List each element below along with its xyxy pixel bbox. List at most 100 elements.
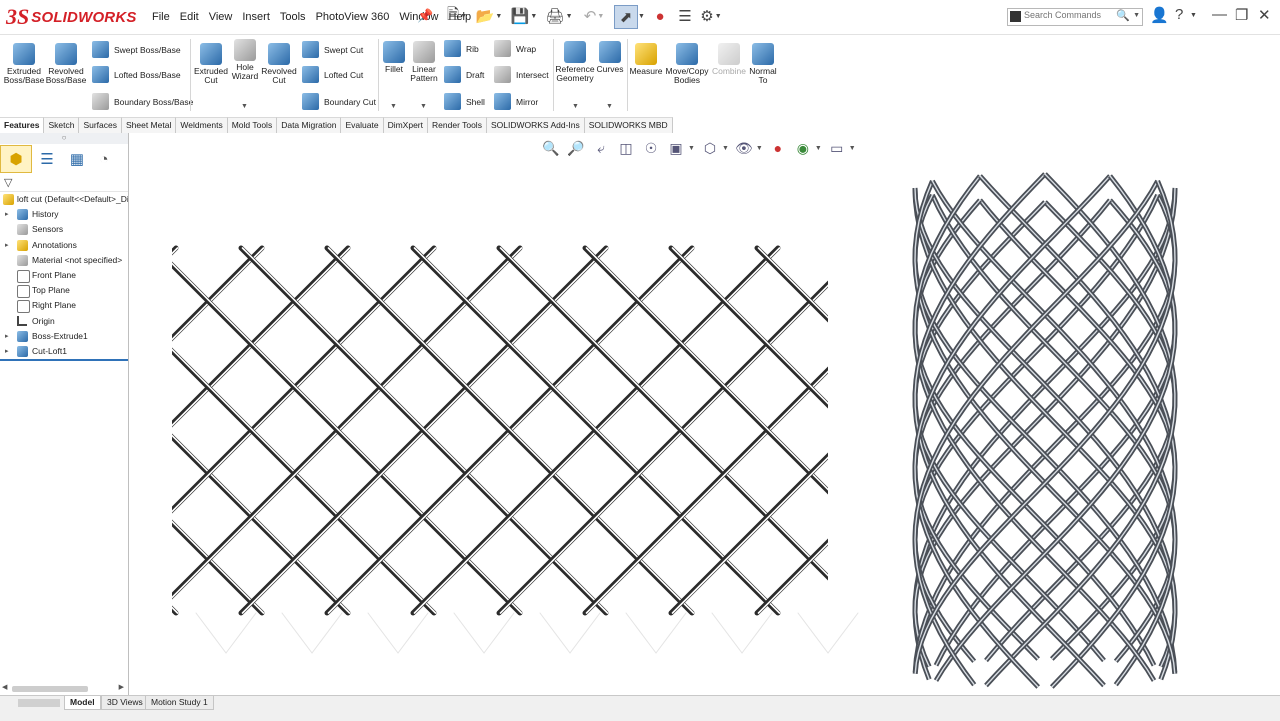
mirror-button[interactable]: Mirror bbox=[494, 93, 538, 110]
new-document-button[interactable]: 🗎▼ bbox=[446, 5, 468, 27]
search-icon[interactable]: 🔍 bbox=[1116, 9, 1130, 22]
chevron-down-icon[interactable]: ▼ bbox=[688, 145, 695, 152]
apply-scene-button[interactable]: ◉ bbox=[792, 138, 814, 158]
tab-weldments[interactable]: Weldments bbox=[176, 117, 227, 133]
shell-button[interactable]: Shell bbox=[444, 93, 485, 110]
dimxpert-manager-tab[interactable]: ◔ bbox=[92, 146, 116, 172]
move-copy-bodies-button[interactable]: Move/Copy Bodies bbox=[665, 43, 709, 85]
pattern-dropdown-icon[interactable]: ▼ bbox=[420, 103, 427, 110]
tree-item-boss-extrude1[interactable]: ▸ Boss-Extrude1 bbox=[0, 329, 128, 344]
file-properties-button[interactable]: ☰ bbox=[674, 5, 696, 27]
draft-button[interactable]: Draft bbox=[444, 66, 484, 83]
tree-item-cut-loft1[interactable]: ▸ Cut-Loft1 bbox=[0, 344, 128, 361]
chevron-down-icon[interactable]: ▼ bbox=[722, 145, 729, 152]
lofted-cut-button[interactable]: Lofted Cut bbox=[302, 66, 363, 83]
combine-button[interactable]: Combine bbox=[711, 43, 747, 76]
minimize-icon[interactable]: — bbox=[1212, 6, 1227, 23]
close-icon[interactable]: ✕ bbox=[1258, 6, 1271, 24]
scrollbar-thumb[interactable] bbox=[12, 686, 88, 692]
tab-sketch[interactable]: Sketch bbox=[44, 117, 79, 133]
expand-icon[interactable]: ▸ bbox=[5, 238, 9, 253]
menu-view[interactable]: View bbox=[204, 9, 238, 25]
chevron-down-icon[interactable]: ▼ bbox=[1133, 12, 1140, 19]
save-button[interactable]: 💾▼ bbox=[513, 5, 535, 27]
tab-3d-views[interactable]: 3D Views bbox=[101, 696, 149, 710]
tab-features[interactable]: Features bbox=[0, 117, 44, 134]
tree-item-origin[interactable]: Origin bbox=[0, 314, 128, 329]
search-commands[interactable]: 🔍 ▼ bbox=[1007, 8, 1143, 26]
print-button[interactable]: 🖨▼ bbox=[548, 5, 570, 27]
extruded-cut-button[interactable]: Extruded Cut bbox=[193, 43, 229, 85]
linear-pattern-button[interactable]: Linear Pattern bbox=[409, 41, 439, 83]
measure-button[interactable]: Measure bbox=[630, 43, 662, 76]
scroll-left-icon[interactable]: ◀ bbox=[2, 683, 7, 691]
tree-item-right-plane[interactable]: Right Plane bbox=[0, 298, 128, 313]
tab-render-tools[interactable]: Render Tools bbox=[428, 117, 487, 133]
revolved-boss-button[interactable]: Revolved Boss/Base bbox=[47, 43, 85, 85]
boundary-boss-button[interactable]: Boundary Boss/Base bbox=[92, 93, 193, 110]
extruded-boss-button[interactable]: Extruded Boss/Base bbox=[5, 43, 43, 85]
tree-item-material[interactable]: Material <not specified> bbox=[0, 253, 128, 268]
tab-data-migration[interactable]: Data Migration bbox=[277, 117, 341, 133]
help-icon[interactable]: ? bbox=[1175, 6, 1183, 23]
intersect-button[interactable]: Intersect bbox=[494, 66, 549, 83]
tree-item-annotations[interactable]: ▸ Annotations bbox=[0, 238, 128, 253]
rib-button[interactable]: Rib bbox=[444, 40, 479, 57]
hole-wizard-button[interactable]: Hole Wizard bbox=[228, 39, 262, 81]
user-icon[interactable]: 👤 bbox=[1150, 6, 1169, 24]
tab-model[interactable]: Model bbox=[64, 696, 101, 710]
graphics-area[interactable] bbox=[129, 133, 1280, 697]
boundary-cut-button[interactable]: Boundary Cut bbox=[302, 93, 376, 110]
tab-surfaces[interactable]: Surfaces bbox=[79, 117, 122, 133]
zoom-to-area-button[interactable]: 🔎 bbox=[565, 138, 587, 158]
tree-item-front-plane[interactable]: Front Plane bbox=[0, 268, 128, 283]
tree-item-sensors[interactable]: Sensors bbox=[0, 222, 128, 237]
fillet-dropdown-icon[interactable]: ▼ bbox=[390, 103, 397, 110]
tree-root[interactable]: loft cut (Default<<Default>_Di bbox=[0, 192, 128, 207]
view-settings-button[interactable]: ▭ bbox=[826, 138, 848, 158]
zoom-to-fit-button[interactable]: 🔍 bbox=[540, 138, 562, 158]
revolved-cut-button[interactable]: Revolved Cut bbox=[261, 43, 297, 85]
undo-button[interactable]: ↶▼ bbox=[583, 5, 605, 27]
tab-mbd[interactable]: SOLIDWORKS MBD bbox=[585, 117, 673, 133]
normal-to-button[interactable]: Normal To bbox=[747, 43, 779, 85]
tree-item-history[interactable]: ▸ History bbox=[0, 207, 128, 222]
edit-appearance-button[interactable]: ● bbox=[767, 138, 789, 158]
menu-insert[interactable]: Insert bbox=[237, 9, 275, 25]
scroll-right-icon[interactable]: ▶ bbox=[119, 683, 124, 691]
tab-motion-study[interactable]: Motion Study 1 bbox=[145, 696, 214, 710]
solidworks-logo[interactable]: 3S SOLIDWORKS bbox=[6, 4, 137, 30]
restore-icon[interactable]: ❐ bbox=[1235, 6, 1248, 24]
tab-mold-tools[interactable]: Mold Tools bbox=[228, 117, 277, 133]
tree-filter[interactable]: ▽ bbox=[0, 175, 128, 192]
reference-geometry-button[interactable]: Reference Geometry bbox=[556, 41, 594, 83]
curves-button[interactable]: Curves bbox=[597, 41, 623, 74]
menu-photoview[interactable]: PhotoView 360 bbox=[311, 9, 395, 25]
wrap-button[interactable]: Wrap bbox=[494, 40, 536, 57]
chevron-down-icon[interactable]: ▼ bbox=[756, 145, 763, 152]
tree-item-top-plane[interactable]: Top Plane bbox=[0, 283, 128, 298]
dynamic-annotation-button[interactable]: ☉ bbox=[640, 138, 662, 158]
panel-horizontal-scrollbar[interactable]: ◀ ▶ bbox=[2, 684, 124, 694]
help-dropdown-icon[interactable]: ▼ bbox=[1190, 12, 1197, 19]
open-button[interactable]: 📂▼ bbox=[478, 5, 500, 27]
options-button[interactable]: ⚙▼ bbox=[700, 5, 722, 27]
chevron-down-icon[interactable]: ▼ bbox=[849, 145, 856, 152]
tab-add-ins[interactable]: SOLIDWORKS Add-Ins bbox=[487, 117, 585, 133]
swept-boss-button[interactable]: Swept Boss/Base bbox=[92, 41, 181, 58]
feature-manager-tab[interactable]: ⬢ bbox=[0, 145, 32, 173]
hole-wizard-dropdown-icon[interactable]: ▼ bbox=[241, 103, 248, 110]
expand-icon[interactable]: ▸ bbox=[5, 207, 9, 222]
fillet-button[interactable]: Fillet bbox=[381, 41, 407, 74]
rebuild-button[interactable]: ● bbox=[649, 5, 671, 27]
tab-dimxpert[interactable]: DimXpert bbox=[384, 117, 428, 133]
section-view-button[interactable]: ◫ bbox=[615, 138, 637, 158]
reference-dropdown-icon[interactable]: ▼ bbox=[572, 103, 579, 110]
property-manager-tab[interactable]: ☰ bbox=[32, 146, 62, 172]
expand-icon[interactable]: ▸ bbox=[5, 329, 9, 344]
curves-dropdown-icon[interactable]: ▼ bbox=[606, 103, 613, 110]
configuration-manager-tab[interactable]: ▦ bbox=[62, 146, 92, 172]
lofted-boss-button[interactable]: Lofted Boss/Base bbox=[92, 66, 181, 83]
display-style-button[interactable]: ⬡ bbox=[699, 138, 721, 158]
menu-tools[interactable]: Tools bbox=[275, 9, 311, 25]
